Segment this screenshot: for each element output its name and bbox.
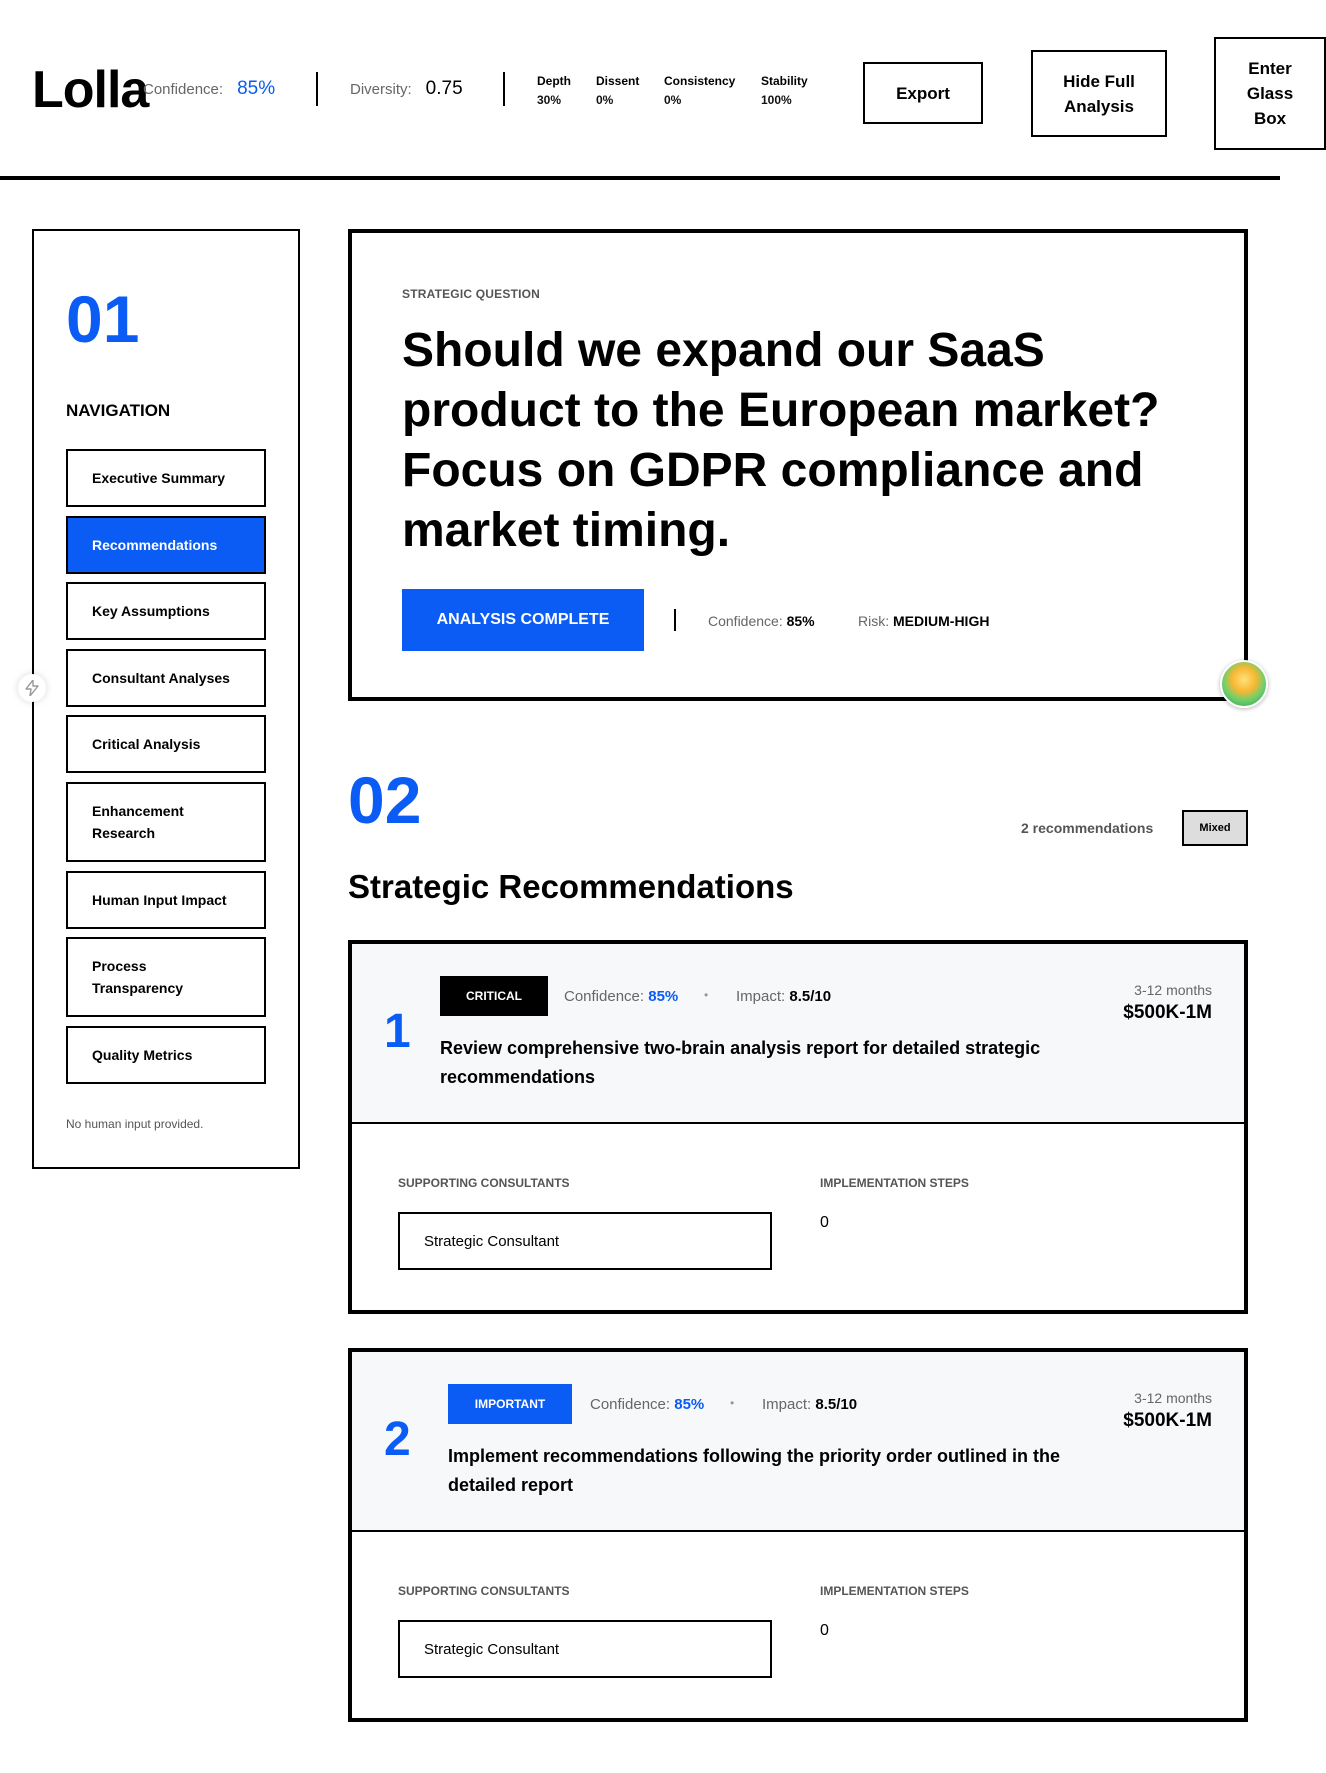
question-confidence-value: 85% — [786, 613, 815, 629]
recommendations-count: 2 recommendations — [1021, 820, 1154, 836]
recommendation-duration: 3-12 months — [1134, 1390, 1212, 1406]
mini-metric-label: Depth — [537, 74, 571, 88]
diversity-label: Diversity: — [350, 81, 412, 98]
recommendation-text: Review comprehensive two-brain analysis … — [440, 1038, 1041, 1087]
recommendation-cost: $500K-1M — [1123, 1410, 1212, 1431]
recommendation-confidence-value: 85% — [648, 988, 679, 1005]
sidebar-item-process-transparency[interactable]: Process Transparency — [66, 937, 266, 1017]
mini-metric-value: 0% — [664, 93, 682, 107]
mini-metric-label: Dissent — [596, 74, 640, 88]
recommendation-impact-label: Impact: — [736, 988, 786, 1005]
avatar[interactable] — [1220, 660, 1268, 708]
mini-metric-label: Consistency — [664, 74, 736, 88]
recommendation-text: Implement recommendations following the … — [448, 1446, 1061, 1495]
question-risk-value: MEDIUM-HIGH — [893, 613, 990, 629]
recommendation-impact: Impact: 8.5/10 — [736, 988, 831, 1005]
recommendation-confidence-value: 85% — [674, 1396, 705, 1413]
diversity-value: 0.75 — [425, 78, 463, 99]
recommendation-confidence-label: Confidence: — [590, 1396, 671, 1413]
mixed-badge[interactable]: Mixed — [1182, 810, 1248, 846]
consultant-chip[interactable]: Strategic Consultant — [398, 1212, 772, 1270]
mini-metric-depth: Depth 30% — [537, 72, 571, 110]
recommendation-header: 1 CRITICAL Confidence: 85% • Impact: 8.5… — [352, 944, 1244, 1124]
sidebar-item-quality-metrics[interactable]: Quality Metrics — [66, 1026, 266, 1084]
recommendation-duration: 3-12 months — [1134, 982, 1212, 998]
app-logo: Lolla — [32, 61, 149, 119]
top-header: Lolla Confidence: 85% Diversity: 0.75 Dept… — [0, 0, 1326, 180]
enter-glass-box-button[interactable]: Enter Glass Box — [1214, 37, 1326, 150]
header-divider — [316, 72, 318, 106]
question-confidence: Confidence: 85% — [708, 613, 815, 629]
strategic-question-card: STRATEGIC QUESTION Should we expand our … — [348, 229, 1248, 701]
navigation-sidebar: 01 NAVIGATION Executive Summary Recommen… — [32, 229, 300, 1169]
mini-metric-value: 0% — [596, 93, 614, 107]
human-input-note: No human input provided. — [66, 1117, 204, 1131]
recommendation-impact-value: 8.5/10 — [789, 988, 832, 1005]
sidebar-title: NAVIGATION — [66, 401, 171, 420]
sidebar-item-executive-summary[interactable]: Executive Summary — [66, 449, 266, 507]
section-title: Strategic Recommendations — [348, 868, 794, 905]
implementation-steps-label: IMPLEMENTATION STEPS — [820, 1176, 969, 1190]
diversity-metric: Diversity: 0.75 — [350, 78, 463, 100]
recommendation-card: 2 IMPORTANT Confidence: 85% • Impact: 8.… — [348, 1348, 1248, 1722]
confidence-label: Confidence: — [143, 81, 224, 98]
recommendation-number: 1 — [384, 1005, 411, 1058]
recommendation-header: 2 IMPORTANT Confidence: 85% • Impact: 8.… — [352, 1352, 1244, 1532]
analysis-status-badge: ANALYSIS COMPLETE — [402, 589, 644, 651]
supporting-consultants-label: SUPPORTING CONSULTANTS — [398, 1584, 570, 1598]
question-divider — [674, 609, 676, 631]
sidebar-item-consultant-analyses[interactable]: Consultant Analyses — [66, 649, 266, 707]
consultant-chip[interactable]: Strategic Consultant — [398, 1620, 772, 1678]
mini-metric-dissent: Dissent 0% — [596, 72, 639, 110]
question-label: STRATEGIC QUESTION — [402, 287, 541, 301]
sidebar-item-enhancement-research[interactable]: Enhancement Research — [66, 782, 266, 862]
sidebar-item-key-assumptions[interactable]: Key Assumptions — [66, 582, 266, 640]
recommendation-number: 2 — [384, 1413, 411, 1466]
implementation-steps-label: IMPLEMENTATION STEPS — [820, 1584, 969, 1598]
separator-dot: • — [704, 988, 709, 1002]
hide-full-analysis-button[interactable]: Hide Full Analysis — [1031, 50, 1167, 137]
header-divider-line — [0, 176, 1280, 180]
mini-metric-stability: Stability 100% — [761, 72, 808, 110]
recommendation-confidence-label: Confidence: — [564, 988, 645, 1005]
question-risk: Risk: MEDIUM-HIGH — [858, 613, 989, 629]
implementation-steps-value: 0 — [820, 1214, 829, 1231]
confidence-metric: Confidence: 85% — [143, 78, 275, 100]
question-risk-label: Risk: — [858, 613, 890, 629]
priority-badge: CRITICAL — [440, 976, 548, 1016]
mini-metric-value: 100% — [761, 93, 792, 107]
section-number: 02 — [348, 763, 422, 837]
recommendation-impact: Impact: 8.5/10 — [762, 1396, 857, 1413]
header-divider — [503, 72, 505, 106]
priority-badge: IMPORTANT — [448, 1384, 572, 1424]
section-number: 01 — [66, 282, 140, 356]
mini-metric-value: 30% — [537, 93, 562, 107]
sidebar-item-recommendations[interactable]: Recommendations — [66, 516, 266, 574]
question-confidence-label: Confidence: — [708, 613, 783, 629]
sidebar-item-critical-analysis[interactable]: Critical Analysis — [66, 715, 266, 773]
implementation-steps-value: 0 — [820, 1622, 829, 1639]
separator-dot: • — [730, 1396, 735, 1410]
recommendation-cost: $500K-1M — [1123, 1002, 1212, 1023]
mini-metric-consistency: Consistency 0% — [664, 72, 735, 110]
bolt-icon[interactable] — [18, 674, 46, 702]
recommendation-confidence: Confidence: 85% — [590, 1396, 704, 1413]
recommendation-confidence: Confidence: 85% — [564, 988, 678, 1005]
mini-metric-label: Stability — [761, 74, 808, 88]
question-text: Should we expand our SaaS product to the… — [402, 324, 1160, 557]
supporting-consultants-label: SUPPORTING CONSULTANTS — [398, 1176, 570, 1190]
confidence-value: 85% — [237, 78, 276, 99]
recommendation-card: 1 CRITICAL Confidence: 85% • Impact: 8.5… — [348, 940, 1248, 1314]
sidebar-item-human-input-impact[interactable]: Human Input Impact — [66, 871, 266, 929]
recommendation-impact-value: 8.5/10 — [815, 1396, 858, 1413]
export-button[interactable]: Export — [863, 62, 983, 124]
recommendation-impact-label: Impact: — [762, 1396, 812, 1413]
